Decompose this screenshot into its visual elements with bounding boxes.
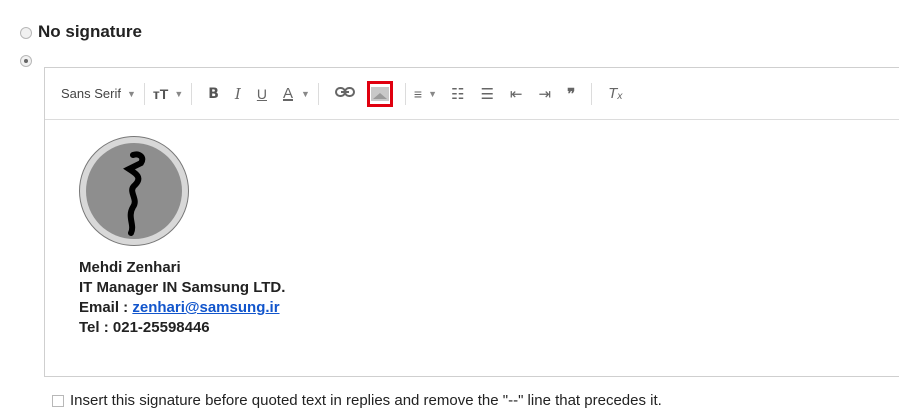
chevron-down-icon: ▼ bbox=[126, 88, 136, 99]
formatting-toolbar: Sans Serif ▼ ᴛT ▼ B I U A ▼ ≡ ▼ ☷ ☰ ⇤ ⇥ … bbox=[45, 68, 899, 120]
chevron-down-icon: ▼ bbox=[174, 88, 184, 99]
toolbar-divider bbox=[143, 82, 145, 105]
insert-before-quoted-checkbox[interactable] bbox=[52, 394, 64, 407]
signature-editor[interactable]: Sans Serif ▼ ᴛT ▼ B I U A ▼ ≡ ▼ ☷ ☰ ⇤ ⇥ … bbox=[44, 67, 899, 377]
text-size-icon: ᴛT bbox=[152, 85, 169, 102]
bold-button[interactable]: B bbox=[200, 86, 227, 102]
align-icon: ≡ bbox=[413, 85, 423, 102]
text-color-icon: A bbox=[282, 85, 293, 102]
bulleted-list-icon[interactable]: ☰ bbox=[472, 85, 501, 103]
toolbar-divider bbox=[404, 82, 406, 105]
text-color-button[interactable]: A ▼ bbox=[275, 85, 310, 102]
top-band bbox=[0, 0, 899, 10]
calligraphy-icon bbox=[80, 137, 190, 247]
insert-before-quoted-row: Insert this signature before quoted text… bbox=[52, 392, 662, 409]
underline-button[interactable]: U bbox=[249, 86, 275, 102]
signature-title: IT Manager IN Samsung LTD. bbox=[79, 279, 286, 296]
toolbar-divider bbox=[317, 82, 319, 105]
signature-content[interactable]: Mehdi Zenhari IT Manager IN Samsung LTD.… bbox=[79, 136, 285, 338]
image-placeholder bbox=[370, 86, 389, 101]
indent-less-icon[interactable]: ⇤ bbox=[502, 85, 531, 103]
no-signature-radio[interactable] bbox=[20, 27, 32, 39]
indent-more-icon[interactable]: ⇥ bbox=[531, 85, 560, 103]
custom-signature-radio[interactable] bbox=[20, 55, 32, 67]
signature-text: Mehdi Zenhari IT Manager IN Samsung LTD.… bbox=[79, 258, 285, 338]
italic-button[interactable]: I bbox=[227, 85, 249, 103]
font-family-label: Sans Serif bbox=[61, 86, 121, 101]
font-family-select[interactable]: Sans Serif ▼ bbox=[61, 86, 136, 101]
insert-image-icon[interactable] bbox=[366, 80, 393, 107]
numbered-list-icon[interactable]: ☷ bbox=[443, 85, 472, 103]
signature-name: Mehdi Zenhari bbox=[79, 259, 181, 276]
toolbar-divider bbox=[591, 82, 593, 105]
quote-icon[interactable]: ❞ bbox=[559, 85, 583, 103]
email-link[interactable]: zenhari@samsung.ir bbox=[132, 299, 279, 316]
signature-email-line: Email : zenhari@samsung.ir bbox=[79, 298, 285, 318]
remove-format-icon[interactable]: Tₓ bbox=[600, 85, 631, 102]
chevron-down-icon: ▼ bbox=[301, 88, 310, 99]
email-label: Email : bbox=[79, 299, 133, 316]
signature-tel: Tel : 021-25598446 bbox=[79, 319, 210, 336]
insert-before-quoted-label: Insert this signature before quoted text… bbox=[70, 392, 662, 409]
align-button[interactable]: ≡ ▼ bbox=[414, 86, 437, 102]
toolbar-divider bbox=[191, 82, 193, 105]
chevron-down-icon: ▼ bbox=[428, 88, 438, 99]
font-size-button[interactable]: ᴛT ▼ bbox=[153, 86, 183, 102]
link-icon[interactable] bbox=[327, 85, 363, 102]
signature-logo bbox=[79, 136, 189, 246]
no-signature-label: No signature bbox=[38, 22, 142, 41]
